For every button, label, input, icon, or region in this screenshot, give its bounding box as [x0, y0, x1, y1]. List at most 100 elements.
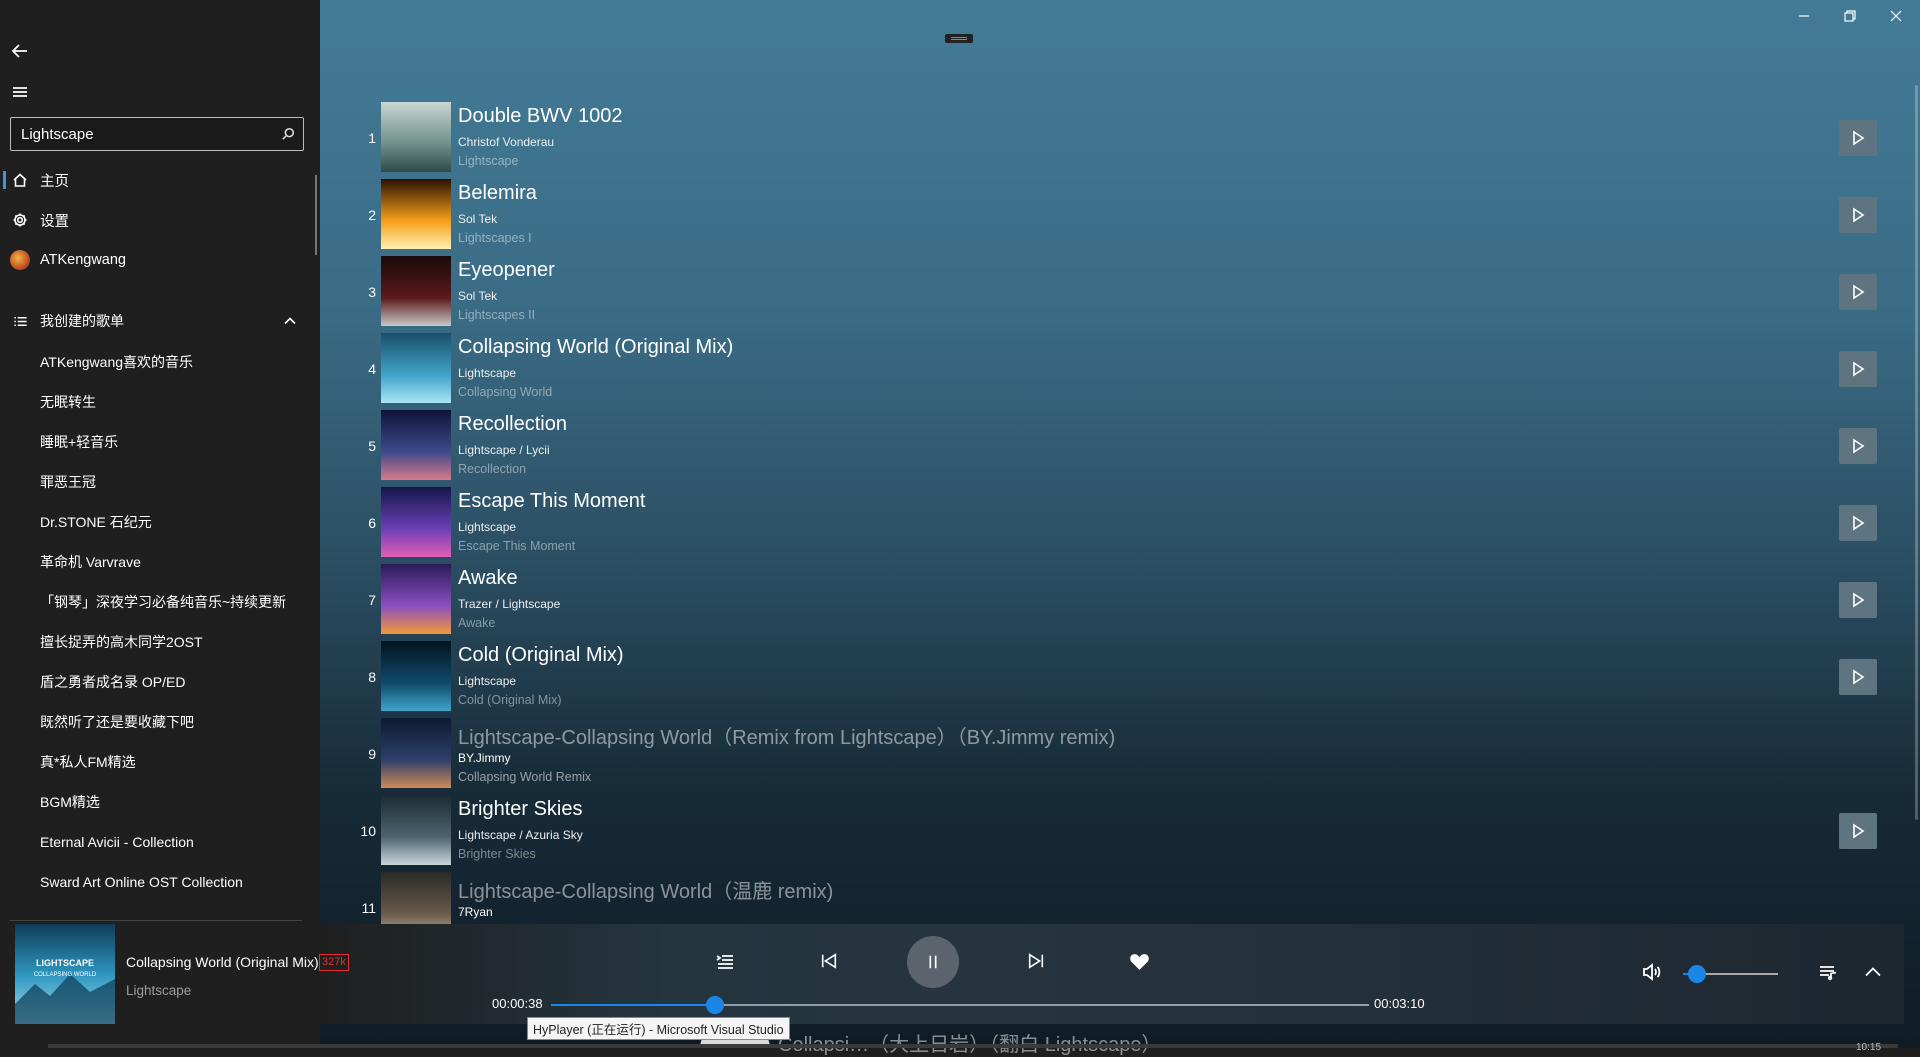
now-playing-album-art[interactable]: LIGHTSCAPE COLLAPSING WORLD — [15, 924, 115, 1024]
song-album[interactable]: Awake — [458, 616, 495, 630]
back-button[interactable] — [1, 32, 39, 70]
song-album-art — [381, 564, 451, 634]
playlist-item[interactable]: 真*私人FM精选 — [0, 742, 316, 782]
song-album[interactable]: Lightscapes II — [458, 308, 535, 322]
song-artist[interactable]: Lightscape / Lycii — [458, 443, 550, 457]
minimize-button[interactable] — [1781, 0, 1827, 32]
song-row[interactable]: 2 Belemira Sol Tek Lightscapes I — [320, 177, 1890, 254]
song-row[interactable]: 6 Escape This Moment Lightscape Escape This… — [320, 485, 1890, 562]
song-title: Brighter Skies — [458, 798, 583, 820]
song-index: 9 — [368, 746, 376, 762]
song-artist[interactable]: Trazer / Lightscape — [458, 597, 560, 611]
play-song-button[interactable] — [1839, 197, 1877, 233]
song-artist[interactable]: Lightscape — [458, 520, 516, 534]
nav-item-label: 主页 — [40, 173, 69, 190]
progress-thumb[interactable] — [705, 996, 724, 1014]
song-index: 10 — [360, 823, 376, 839]
playlist-button[interactable] — [710, 946, 740, 976]
song-artist[interactable]: Lightscape / Azuria Sky — [458, 828, 583, 842]
play-song-button[interactable] — [1839, 813, 1877, 849]
song-row[interactable]: 1 Double BWV 1002 Christof Vonderau Lightsc… — [320, 100, 1890, 177]
song-title: Collapsing World (Original Mix) — [458, 336, 734, 358]
song-row[interactable]: 7 Awake Trazer / Lightscape Awake — [320, 562, 1890, 639]
playlist-item[interactable]: 「钢琴」深夜学习必备纯音乐~持续更新 — [0, 582, 316, 622]
play-song-button[interactable] — [1839, 428, 1877, 464]
song-row[interactable]: 9 Lightscape-Collapsing World（Remix from … — [320, 716, 1890, 793]
previous-button[interactable] — [812, 944, 846, 978]
volume-thumb[interactable] — [1688, 965, 1707, 983]
song-artist[interactable]: Sol Tek — [458, 289, 497, 303]
song-album-art — [381, 256, 451, 326]
svg-text:COLLAPSING WORLD: COLLAPSING WORLD — [34, 972, 97, 978]
play-song-button[interactable] — [1839, 582, 1877, 618]
song-artist[interactable]: Lightscape — [458, 674, 516, 688]
song-artist[interactable]: 7Ryan — [458, 905, 493, 919]
song-row[interactable]: 10 Brighter Skies Lightscape / Azuria Sky B… — [320, 793, 1890, 870]
song-album[interactable]: Lightscapes I — [458, 231, 532, 245]
avatar — [10, 250, 30, 270]
song-album[interactable]: Collapsing World Remix — [458, 770, 591, 784]
drag-handle[interactable] — [945, 34, 973, 43]
song-row[interactable]: 4 Collapsing World (Original Mix) Lightsca… — [320, 331, 1890, 408]
playlist-item[interactable]: BGM精选 — [0, 782, 316, 822]
restore-button[interactable] — [1827, 0, 1873, 32]
song-album[interactable]: Collapsing World — [458, 385, 552, 399]
playlist-header[interactable]: 我创建的歌单 — [0, 303, 316, 339]
lyrics-button[interactable] — [1812, 956, 1844, 988]
next-button[interactable] — [1019, 944, 1053, 978]
volume-button[interactable] — [1636, 956, 1668, 988]
chevron-up-icon[interactable] — [282, 313, 298, 332]
menu-button[interactable] — [1, 73, 39, 111]
close-button[interactable] — [1873, 0, 1919, 32]
song-artist[interactable]: BY.Jimmy — [458, 751, 510, 765]
pause-button[interactable] — [907, 936, 959, 988]
play-song-button[interactable] — [1839, 659, 1877, 695]
taskbar — [48, 1044, 1898, 1048]
play-song-button[interactable] — [1839, 274, 1877, 310]
playlist-item[interactable]: ATKengwang喜欢的音乐 — [0, 342, 316, 382]
song-album[interactable]: Lightscape — [458, 154, 518, 168]
playlist-item[interactable]: 既然听了还是要收藏下吧 — [0, 702, 316, 742]
playlist-item[interactable]: 革命机 Varvrave — [0, 542, 316, 582]
song-artist[interactable]: Christof Vonderau — [458, 135, 554, 149]
nav-item-home[interactable]: 主页 — [0, 161, 316, 199]
like-button[interactable] — [1122, 944, 1156, 978]
song-index: 3 — [368, 284, 376, 300]
song-row[interactable]: 3 Eyeopener Sol Tek Lightscapes II — [320, 254, 1890, 331]
playlist-item[interactable]: 罪恶王冠 — [0, 462, 316, 502]
play-song-button[interactable] — [1839, 120, 1877, 156]
gear-icon — [0, 212, 40, 228]
song-row[interactable]: 5 Recollection Lightscape / Lycii Recollect… — [320, 408, 1890, 485]
playlist-item[interactable]: 擅长捉弄的高木同学2OST — [0, 622, 316, 662]
playlist-item[interactable]: 盾之勇者成名录 OP/ED — [0, 662, 316, 702]
playlist-item[interactable]: 无眠转生 — [0, 382, 316, 422]
play-icon — [1853, 515, 1865, 531]
expand-player-button[interactable] — [1857, 956, 1889, 988]
volume-slider[interactable] — [1683, 965, 1778, 983]
play-song-button[interactable] — [1839, 351, 1877, 387]
song-artist[interactable]: Sol Tek — [458, 212, 497, 226]
playlist-header-label: 我创建的歌单 — [40, 313, 124, 329]
song-album[interactable]: Brighter Skies — [458, 847, 536, 861]
search-input[interactable] — [11, 124, 273, 144]
song-album[interactable]: Escape This Moment — [458, 539, 575, 553]
nav-item-user[interactable]: ATKengwang — [0, 241, 316, 279]
main-scrollbar[interactable] — [1915, 85, 1918, 820]
song-album[interactable]: Recollection — [458, 462, 526, 476]
pause-icon — [929, 955, 937, 969]
playlist-item[interactable]: Dr.STONE 石纪元 — [0, 502, 316, 542]
playlist-item[interactable]: Sward Art Online OST Collection — [0, 862, 316, 902]
playlist-item[interactable]: Eternal Avicii - Collection — [0, 822, 316, 862]
song-artist[interactable]: Lightscape — [458, 366, 516, 380]
play-icon — [1853, 207, 1865, 223]
now-playing-artist[interactable]: Lightscape — [126, 983, 191, 998]
song-row[interactable]: 8 Cold (Original Mix) Lightscape Cold (Orig… — [320, 639, 1890, 716]
progress-slider[interactable] — [551, 996, 1369, 1014]
search-icon[interactable] — [273, 127, 303, 141]
song-album[interactable]: Cold (Original Mix) — [458, 693, 562, 707]
sidebar-scrollbar[interactable] — [315, 175, 317, 255]
playlist-item[interactable]: 睡眠+轻音乐 — [0, 422, 316, 462]
nav-item-settings[interactable]: 设置 — [0, 201, 316, 239]
now-playing-title[interactable]: Collapsing World (Original Mix) — [126, 954, 319, 970]
play-song-button[interactable] — [1839, 505, 1877, 541]
